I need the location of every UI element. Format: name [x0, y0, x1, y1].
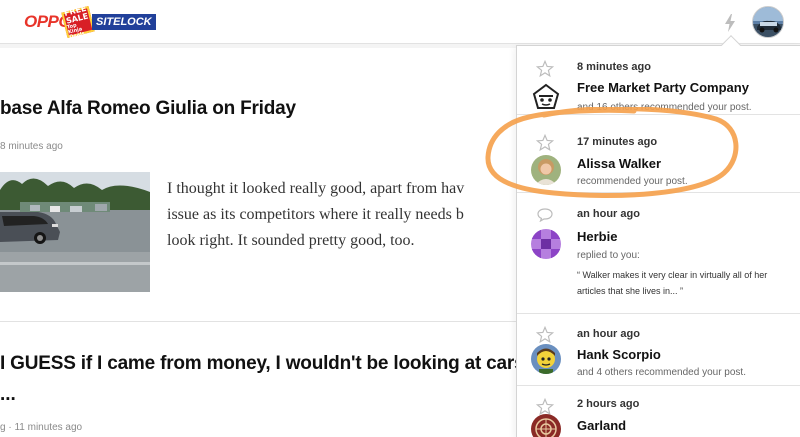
user-avatar[interactable]: [752, 6, 784, 38]
post-time: 11 minutes ago: [14, 422, 83, 433]
cartoon-avatar[interactable]: [531, 344, 561, 374]
notification-time: 2 hours ago: [577, 398, 640, 410]
notification-item[interactable]: an hour ago Herbie replied to you: “ Wal…: [517, 194, 800, 314]
post-timestamp[interactable]: g · 11 minutes ago: [0, 422, 82, 433]
notification-quote[interactable]: “ Walker makes it very clear in virtuall…: [577, 267, 787, 299]
excerpt-line: issue as its competitors where it really…: [167, 206, 464, 223]
notification-name[interactable]: Hank Scorpio: [577, 347, 661, 362]
notification-name[interactable]: Garland: [577, 418, 626, 433]
photo-avatar[interactable]: [531, 155, 561, 185]
star-icon[interactable]: [536, 60, 554, 78]
purple-pattern-avatar[interactable]: [531, 229, 561, 259]
notification-name[interactable]: Free Market Party Company: [577, 80, 749, 95]
notification-description: replied to you:: [577, 250, 640, 261]
post-thumbnail[interactable]: [0, 172, 150, 292]
notification-description: and 16 others recommended your post.: [577, 102, 752, 113]
post-timestamp[interactable]: 8 minutes ago: [0, 141, 63, 152]
feed: base Alfa Romeo Giulia on Friday 8 minut…: [0, 48, 525, 437]
post-title-overflow: ...: [0, 384, 16, 405]
notifications-panel: 8 minutes ago Free Market Party Company …: [516, 45, 800, 437]
notification-name[interactable]: Alissa Walker: [577, 156, 661, 171]
notification-item[interactable]: 2 hours ago Garland: [517, 386, 800, 437]
sitelock-badge: SITELOCK: [92, 14, 156, 30]
notifications-bolt-icon[interactable]: [722, 13, 738, 33]
post-title[interactable]: I GUESS if I came from money, I wouldn't…: [0, 353, 525, 375]
speech-bubble-icon[interactable]: [537, 208, 553, 222]
top-bar: OPPO FREE SALE Top Kinja Deals SITELOCK: [0, 0, 800, 44]
notification-description: recommended your post.: [577, 176, 688, 187]
notification-description: and 4 others recommended your post.: [577, 367, 746, 378]
free-sale-badge: FREE SALE Top Kinja Deals: [61, 3, 95, 40]
notification-item[interactable]: 17 minutes ago Alissa Walker recommended…: [517, 122, 800, 193]
notification-item[interactable]: an hour ago Hank Scorpio and 4 others re…: [517, 314, 800, 386]
badge-line-3: Top Kinja Deals: [66, 22, 86, 40]
post-divider: [0, 321, 517, 322]
pentagon-face-avatar[interactable]: [531, 82, 561, 112]
notification-time: an hour ago: [577, 328, 640, 340]
notification-name[interactable]: Herbie: [577, 229, 617, 244]
post-author-fragment: g: [0, 422, 6, 433]
notification-time: 8 minutes ago: [577, 61, 651, 73]
red-emblem-avatar[interactable]: [531, 414, 561, 437]
star-icon[interactable]: [536, 134, 554, 152]
post-excerpt[interactable]: I thought it looked really good, apart f…: [167, 176, 517, 254]
star-icon[interactable]: [536, 326, 554, 344]
excerpt-line: I thought it looked really good, apart f…: [167, 180, 465, 197]
notification-time: 17 minutes ago: [577, 136, 658, 148]
notification-item[interactable]: 8 minutes ago Free Market Party Company …: [517, 46, 800, 115]
excerpt-line: look right. It sounded pretty good, too.: [167, 232, 415, 249]
post-title[interactable]: base Alfa Romeo Giulia on Friday: [0, 98, 296, 120]
notification-time: an hour ago: [577, 208, 640, 220]
